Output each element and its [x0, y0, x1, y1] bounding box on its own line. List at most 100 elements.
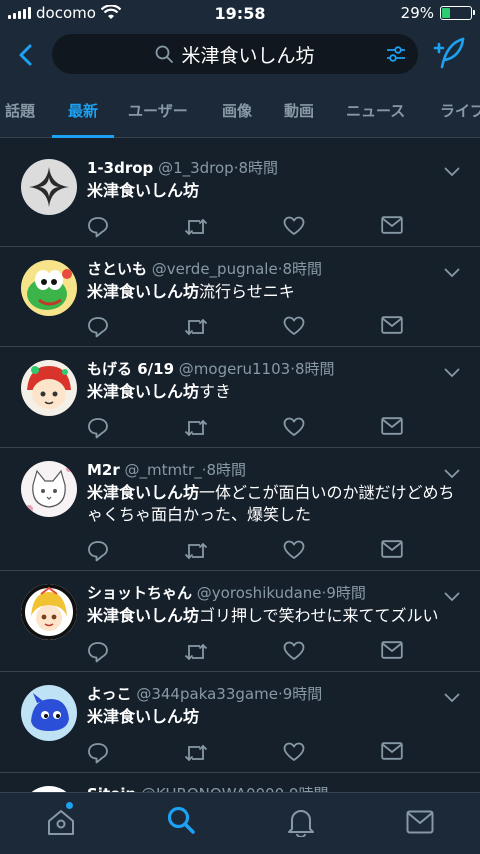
tweet-timestamp: 8時間 — [238, 159, 279, 177]
tweet-author-name[interactable]: さといも — [87, 260, 147, 278]
tweet-author-name[interactable]: ショットちゃん — [87, 584, 192, 602]
tweet-author-handle: @mogeru1103 — [178, 360, 291, 378]
tab-users[interactable]: ユーザー — [128, 100, 188, 121]
battery-area: 29% — [400, 4, 475, 22]
blonde-girl-avatar[interactable] — [21, 584, 77, 640]
back-chevron-icon[interactable] — [12, 38, 42, 72]
tweet-author-name[interactable]: Sitoin — [87, 785, 136, 792]
bottom-navigation — [0, 792, 480, 854]
tweet-header: 1-3drop @1_3drop·8時間 — [87, 157, 278, 178]
search-input[interactable]: 米津食いしん坊 — [52, 34, 418, 74]
tweet-author-name[interactable]: M2r — [87, 461, 120, 479]
reply-icon[interactable] — [87, 216, 109, 242]
tweet-header: M2r @_mtmtr_·8時間 — [87, 459, 246, 480]
retweet-icon[interactable] — [184, 316, 208, 342]
tweet-text-rest: 流行らせニキ — [199, 282, 295, 301]
retweet-icon[interactable] — [184, 540, 208, 566]
tweet-author-name[interactable]: よっこ — [87, 685, 132, 703]
tweet-actions — [87, 216, 407, 238]
tweet-author-name[interactable]: 1-3drop — [87, 159, 153, 177]
direct-message-icon[interactable] — [381, 316, 403, 338]
tweet-header: よっこ @344paka33game·9時間 — [87, 683, 322, 704]
tweet[interactable]: さといも @verde_pugnale·8時間 米津食いしん坊流行らせニキ — [0, 247, 480, 347]
battery-icon — [440, 6, 475, 20]
messages-icon[interactable] — [406, 810, 434, 834]
tweet-header: Sitoin @KURONOWA0000·9時間 — [87, 783, 328, 792]
reply-icon[interactable] — [87, 417, 109, 443]
chevron-down-icon[interactable] — [444, 162, 460, 181]
tweet-timestamp: 8時間 — [282, 260, 323, 278]
tweet[interactable]: もげる 6/19 @mogeru1103·8時間 米津食いしん坊すき — [0, 347, 480, 448]
tweet-actions — [87, 316, 407, 338]
reply-icon[interactable] — [87, 641, 109, 667]
retweet-icon[interactable] — [184, 742, 208, 768]
direct-message-icon[interactable] — [381, 641, 403, 663]
tweet-text: 米津食いしん坊 — [87, 706, 464, 728]
red-hair-character-avatar[interactable] — [21, 360, 77, 416]
tab-videos[interactable]: 動画 — [284, 100, 314, 121]
tweet-text-highlight: 米津食いしん坊 — [87, 483, 200, 502]
direct-message-icon[interactable] — [381, 742, 403, 764]
tweet-actions — [87, 742, 407, 764]
tweet-text: 米津食いしん坊すき — [87, 381, 464, 403]
battery-percent: 29% — [400, 4, 434, 22]
tweet[interactable]: M2r @_mtmtr_·8時間 米津食いしん坊一体どこが面白いのか謎だけどめちゃ… — [0, 448, 480, 571]
green-dino-avatar[interactable] — [21, 260, 77, 316]
reply-icon[interactable] — [87, 316, 109, 342]
tweet-author-handle: @verde_pugnale — [151, 260, 278, 278]
retweet-icon[interactable] — [184, 216, 208, 242]
tweet[interactable]: 1-3drop @1_3drop·8時間 米津食いしん坊 — [0, 146, 480, 247]
tweet[interactable]: よっこ @344paka33game·9時間 米津食いしん坊 — [0, 672, 480, 773]
like-icon[interactable] — [283, 742, 305, 766]
tweet-author-handle: @1_3drop — [158, 159, 234, 177]
like-icon[interactable] — [283, 316, 305, 340]
like-icon[interactable] — [283, 641, 305, 665]
compose-tweet-icon[interactable] — [430, 36, 466, 70]
tweet-text-rest: すき — [199, 382, 232, 401]
direct-message-icon[interactable] — [381, 540, 403, 562]
tweet-actions — [87, 417, 407, 439]
direct-message-icon[interactable] — [381, 417, 403, 439]
diamond-logo-avatar[interactable] — [21, 159, 77, 215]
chevron-down-icon[interactable] — [444, 587, 460, 606]
tweet-author-handle: @344paka33game — [136, 685, 278, 703]
tweet[interactable]: Sitoin @KURONOWA0000·9時間 — [0, 773, 480, 792]
tweet-author-name[interactable]: もげる 6/19 — [87, 360, 174, 378]
chevron-down-icon[interactable] — [444, 263, 460, 282]
status-bar: docomo 19:58 29% — [0, 0, 480, 28]
direct-message-icon[interactable] — [381, 216, 403, 238]
tweet-timeline[interactable]: 1-3drop @1_3drop·8時間 米津食いしん坊 さといも @verde_p… — [0, 146, 480, 792]
sketch-cat-avatar[interactable] — [21, 461, 77, 517]
like-icon[interactable] — [283, 417, 305, 441]
tweet-text: 米津食いしん坊一体どこが面白いのか謎だけどめちゃくちゃ面白かった、爆笑した — [87, 482, 464, 526]
tab-news[interactable]: ニュース — [346, 100, 405, 121]
tweet[interactable]: ショットちゃん @yoroshikudane·9時間 米津食いしん坊ゴリ押しで笑わ… — [0, 571, 480, 672]
chevron-down-icon[interactable] — [444, 363, 460, 382]
tweet-text-highlight: 米津食いしん坊 — [87, 181, 200, 200]
notifications-icon[interactable] — [287, 807, 315, 837]
retweet-icon[interactable] — [184, 641, 208, 667]
tweet-text: 米津食いしん坊ゴリ押しで笑わせに来ててズルい — [87, 605, 464, 627]
home-icon[interactable] — [46, 807, 76, 837]
reply-icon[interactable] — [87, 742, 109, 768]
retweet-icon[interactable] — [184, 417, 208, 443]
tweet-author-handle: @yoroshikudane — [196, 584, 322, 602]
reply-icon[interactable] — [87, 540, 109, 566]
tab-trending[interactable]: 話題 — [5, 100, 35, 121]
tweet-author-handle: @_mtmtr_ — [124, 461, 202, 479]
tweet-text-highlight: 米津食いしん坊 — [87, 282, 200, 301]
search-header: 米津食いしん坊 — [0, 28, 480, 84]
chevron-down-icon[interactable] — [444, 688, 460, 707]
tab-latest[interactable]: 最新 — [68, 100, 98, 121]
chevron-down-icon[interactable] — [444, 464, 460, 483]
tweet-timestamp: 9時間 — [282, 685, 323, 703]
tab-live[interactable]: ライブ — [440, 100, 480, 121]
filter-sliders-icon[interactable] — [386, 44, 406, 64]
tweet-header: さといも @verde_pugnale·8時間 — [87, 258, 322, 279]
search-icon — [156, 45, 174, 63]
tab-images[interactable]: 画像 — [222, 100, 252, 121]
like-icon[interactable] — [283, 540, 305, 564]
search-icon[interactable] — [166, 805, 196, 835]
like-icon[interactable] — [283, 216, 305, 240]
blue-creature-avatar[interactable] — [21, 685, 77, 741]
